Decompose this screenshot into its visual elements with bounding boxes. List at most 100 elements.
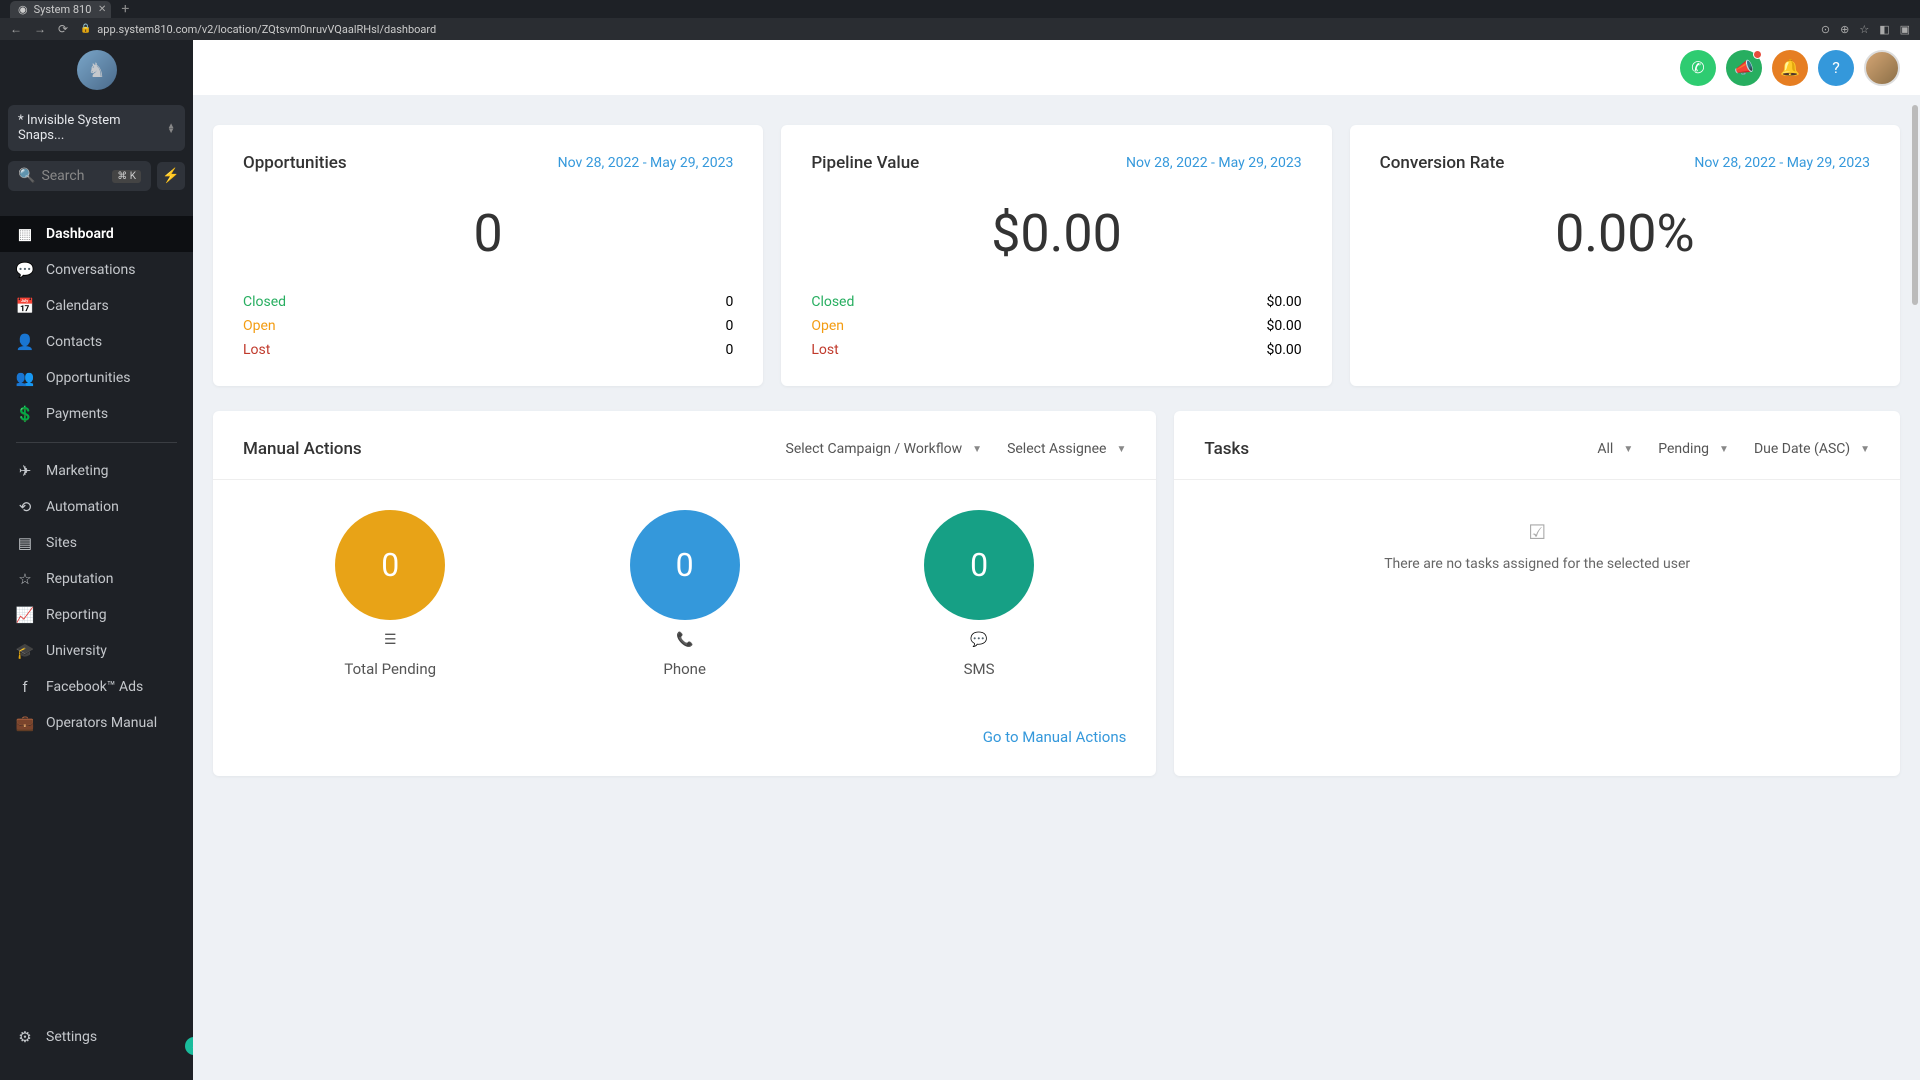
- search-icon: 🔍: [18, 168, 35, 184]
- tab-favicon-icon: ◉: [18, 3, 28, 16]
- sidebar-item-conversations[interactable]: 💬 Conversations: [0, 252, 193, 288]
- date-range[interactable]: Nov 28, 2022 - May 29, 2023: [558, 155, 734, 171]
- user-avatar[interactable]: [1864, 50, 1900, 86]
- sms-label: SMS: [964, 660, 995, 678]
- sidebar-item-automation[interactable]: ⟲ Automation: [0, 489, 193, 525]
- panel-title: Manual Actions: [243, 439, 761, 459]
- chat-icon: 💬: [16, 261, 34, 279]
- pending-circle: 0: [335, 510, 445, 620]
- pipeline-value: $0.00: [811, 203, 1301, 264]
- tasks-filter-sort[interactable]: Due Date (ASC) ▼: [1754, 441, 1870, 457]
- scrollbar[interactable]: [1912, 95, 1918, 1080]
- dollar-icon: 💲: [16, 405, 34, 423]
- sidebar-item-label: Calendars: [46, 298, 109, 314]
- lost-label: Lost: [811, 342, 838, 358]
- chevron-down-icon: ▼: [1623, 444, 1633, 455]
- sidebar-item-label: Dashboard: [46, 226, 114, 242]
- search-input[interactable]: 🔍 Search ⌘ K: [8, 161, 151, 191]
- sidebar-item-payments[interactable]: 💲 Payments: [0, 396, 193, 432]
- trend-icon: 📈: [16, 606, 34, 624]
- tasks-filter-status[interactable]: Pending ▼: [1658, 441, 1729, 457]
- sidebar-item-sites[interactable]: ▤ Sites: [0, 525, 193, 561]
- notification-dot: [1753, 50, 1762, 59]
- tasks-filter-all[interactable]: All ▼: [1597, 441, 1633, 457]
- phone-icon: 📞: [676, 632, 693, 648]
- closed-value: 0: [725, 294, 733, 310]
- briefcase-icon: 💼: [16, 714, 34, 732]
- browser-tab[interactable]: ◉ System 810 ✕: [10, 1, 111, 18]
- back-icon[interactable]: ←: [10, 22, 22, 36]
- sidebar-item-calendars[interactable]: 📅 Calendars: [0, 288, 193, 324]
- layout-icon: ▤: [16, 534, 34, 552]
- panels-row: Manual Actions Select Campaign / Workflo…: [213, 411, 1900, 776]
- panel-title: Tasks: [1204, 439, 1572, 459]
- sidebar-item-marketing[interactable]: ✈ Marketing: [0, 453, 193, 489]
- sidebar-item-label: Operators Manual: [46, 715, 157, 731]
- gear-icon: ⚙: [16, 1028, 34, 1046]
- phone-icon: ✆: [1691, 58, 1704, 77]
- sidebar-item-label: Opportunities: [46, 370, 131, 386]
- campaign-dropdown[interactable]: Select Campaign / Workflow ▼: [786, 441, 983, 457]
- sidebar-item-facebook-ads[interactable]: f Facebook™ Ads: [0, 669, 193, 705]
- notifications-button[interactable]: 🔔: [1772, 50, 1808, 86]
- phone-button[interactable]: ✆: [1680, 50, 1716, 86]
- ext-icon[interactable]: ☆: [1859, 23, 1869, 36]
- sidebar-item-operators-manual[interactable]: 💼 Operators Manual: [0, 705, 193, 741]
- logo-icon: ♞: [77, 50, 117, 90]
- main: ✆ 📣 🔔 ? Opportunities Nov 28, 2022 - May…: [193, 40, 1920, 1080]
- phone-label: Phone: [663, 660, 706, 678]
- manual-actions-panel: Manual Actions Select Campaign / Workflo…: [213, 411, 1156, 776]
- calendar-icon: 📅: [16, 297, 34, 315]
- phone-metric: 0 📞 Phone: [630, 510, 740, 678]
- forward-icon[interactable]: →: [34, 22, 46, 36]
- sidebar-item-dashboard[interactable]: ▦ Dashboard: [0, 216, 193, 252]
- chevron-down-icon: ▼: [1860, 444, 1870, 455]
- send-icon: ✈: [16, 462, 34, 480]
- chevron-down-icon: ▼: [972, 444, 982, 455]
- tasks-panel: Tasks All ▼ Pending ▼ Due Date (ASC) ▼: [1174, 411, 1900, 776]
- grad-icon: 🎓: [16, 642, 34, 660]
- grid-icon: ▦: [16, 225, 34, 243]
- close-tab-icon[interactable]: ✕: [98, 4, 106, 15]
- ext-icon[interactable]: ⊕: [1840, 23, 1849, 36]
- sidebar-item-settings[interactable]: ⚙ Settings: [0, 1019, 193, 1055]
- ext-icon[interactable]: ◧: [1879, 23, 1889, 36]
- sidebar-item-label: Sites: [46, 535, 77, 551]
- dropdown-label: Due Date (ASC): [1754, 441, 1850, 457]
- sidebar-item-university[interactable]: 🎓 University: [0, 633, 193, 669]
- sidebar-item-label: Conversations: [46, 262, 135, 278]
- sidebar-item-reputation[interactable]: ☆ Reputation: [0, 561, 193, 597]
- dropdown-label: Select Assignee: [1007, 441, 1106, 457]
- date-range[interactable]: Nov 28, 2022 - May 29, 2023: [1694, 155, 1870, 171]
- tab-title: System 810: [34, 3, 92, 16]
- dashboard-content: Opportunities Nov 28, 2022 - May 29, 202…: [193, 95, 1920, 1080]
- sidebar: ♞ * Invisible System Snaps... ▲▼ 🔍 Searc…: [0, 40, 193, 1080]
- ext-icon[interactable]: ▣: [1900, 23, 1910, 36]
- url-bar[interactable]: 🔒 app.system810.com/v2/location/ZQtsvm0n…: [80, 23, 1809, 36]
- sidebar-item-label: Payments: [46, 406, 108, 422]
- date-range[interactable]: Nov 28, 2022 - May 29, 2023: [1126, 155, 1302, 171]
- new-tab-button[interactable]: +: [121, 1, 129, 17]
- topbar: ✆ 📣 🔔 ?: [193, 40, 1920, 95]
- sidebar-item-label: Marketing: [46, 463, 109, 479]
- account-switcher[interactable]: * Invisible System Snaps... ▲▼: [8, 105, 185, 151]
- sidebar-item-reporting[interactable]: 📈 Reporting: [0, 597, 193, 633]
- search-placeholder: Search: [41, 168, 84, 184]
- quick-action-button[interactable]: ⚡: [157, 162, 185, 190]
- reload-icon[interactable]: ⟳: [58, 22, 68, 36]
- card-title: Pipeline Value: [811, 153, 919, 173]
- browser-chrome: ◉ System 810 ✕ + ← → ⟳ 🔒 app.system810.c…: [0, 0, 1920, 40]
- card-title: Conversion Rate: [1380, 153, 1505, 173]
- pipeline-card: Pipeline Value Nov 28, 2022 - May 29, 20…: [781, 125, 1331, 386]
- announce-button[interactable]: 📣: [1726, 50, 1762, 86]
- assignee-dropdown[interactable]: Select Assignee ▼: [1007, 441, 1126, 457]
- goto-manual-actions-link[interactable]: Go to Manual Actions: [243, 728, 1126, 746]
- help-button[interactable]: ?: [1818, 50, 1854, 86]
- sidebar-item-contacts[interactable]: 👤 Contacts: [0, 324, 193, 360]
- ext-icon[interactable]: ⊙: [1821, 23, 1830, 36]
- scrollbar-thumb[interactable]: [1912, 105, 1918, 305]
- sidebar-item-label: Automation: [46, 499, 119, 515]
- checklist-icon: ☑: [1528, 520, 1546, 544]
- tabs-bar: ◉ System 810 ✕ +: [0, 0, 1920, 18]
- sidebar-item-opportunities[interactable]: 👥 Opportunities: [0, 360, 193, 396]
